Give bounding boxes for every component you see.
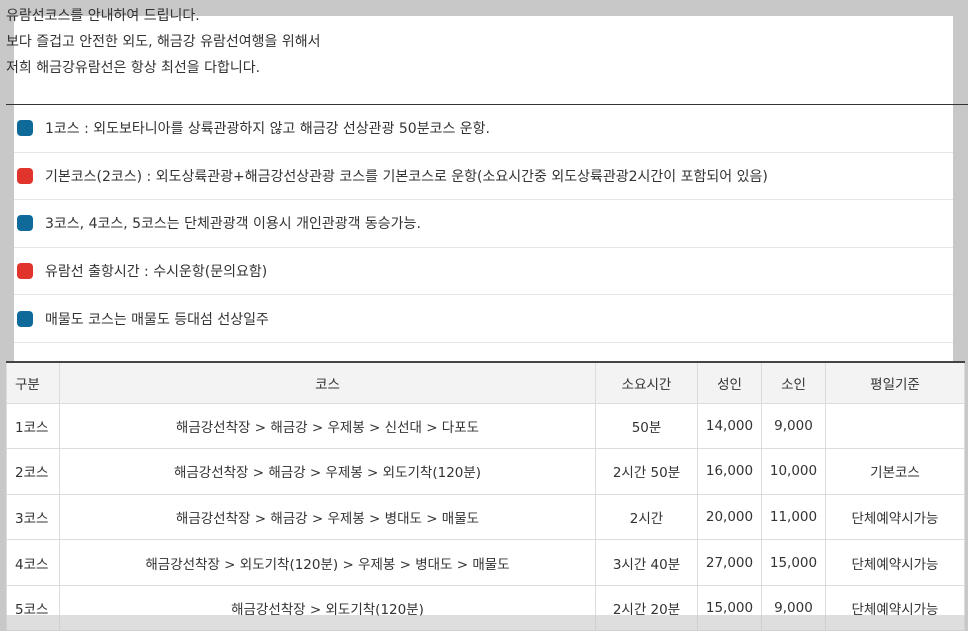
cell-child: 10,000: [761, 448, 826, 495]
cell-weekday: 단체예약시가능: [825, 493, 965, 541]
blue-bullet-icon: [17, 215, 33, 232]
bottom-fade: [0, 615, 968, 631]
note-text: 기본코스(2코스) : 외도상륙관광+해금강선상관광 코스를 기본코스로 운항(…: [45, 168, 768, 185]
header-division: 구분: [6, 361, 60, 404]
note-item: 유람선 출항시간 : 수시운항(문의요함): [14, 248, 953, 296]
header-duration: 소요시간: [595, 361, 698, 404]
cell-weekday: 단체예약시가능: [825, 539, 965, 586]
cell-duration: 50분: [595, 402, 698, 450]
intro-section: 유람선코스를 안내하여 드립니다. 보다 즐겁고 안전한 외도, 해금강 유람선…: [0, 0, 968, 104]
note-text: 매물도 코스는 매물도 등대섬 선상일주: [45, 311, 269, 328]
course-table-wrap: 구분 코스 소요시간 성인 소인 평일기준 1코스 해금강선착장 > 해금강 >…: [6, 361, 968, 631]
intro-line-1: 유람선코스를 안내하여 드립니다.: [6, 8, 200, 24]
note-text: 1코스 : 외도보타니아를 상륙관광하지 않고 해금강 선상관광 50분코스 운…: [45, 121, 491, 138]
spacer: [14, 343, 953, 361]
cell-course: 해금강선착장 > 해금강 > 우제봉 > 신선대 > 다포도: [59, 402, 596, 450]
blue-bullet-icon: [17, 310, 33, 327]
cell-course: 해금강선착장 > 외도기착(120분) > 우제봉 > 병대도 > 매물도: [59, 539, 596, 586]
table-row: 3코스 해금강선착장 > 해금강 > 우제봉 > 병대도 > 매물도 2시간 2…: [6, 493, 965, 541]
cell-duration: 2시간 50분: [595, 448, 698, 495]
table-header-row: 구분 코스 소요시간 성인 소인 평일기준: [6, 361, 965, 404]
notes-list: 1코스 : 외도보타니아를 상륙관광하지 않고 해금강 선상관광 50분코스 운…: [14, 105, 953, 343]
cell-child: 15,000: [761, 539, 826, 586]
cell-division: 1코스: [6, 402, 60, 450]
note-item: 매물도 코스는 매물도 등대섬 선상일주: [14, 295, 953, 343]
blue-bullet-icon: [17, 120, 33, 137]
table-row: 4코스 해금강선착장 > 외도기착(120분) > 우제봉 > 병대도 > 매물…: [6, 539, 965, 586]
cell-division: 2코스: [6, 448, 60, 495]
cell-adult: 16,000: [697, 448, 762, 495]
note-item: 기본코스(2코스) : 외도상륙관광+해금강선상관광 코스를 기본코스로 운항(…: [14, 153, 953, 201]
cell-duration: 2시간: [595, 493, 698, 541]
header-child: 소인: [761, 361, 826, 404]
cell-division: 3코스: [6, 493, 60, 541]
cell-child: 11,000: [761, 493, 826, 541]
cell-adult: 20,000: [697, 493, 762, 541]
note-text: 유람선 출항시간 : 수시운항(문의요함): [45, 264, 268, 281]
cell-child: 9,000: [761, 402, 826, 450]
cell-adult: 14,000: [697, 402, 762, 450]
course-table: 구분 코스 소요시간 성인 소인 평일기준 1코스 해금강선착장 > 해금강 >…: [6, 361, 965, 631]
intro-line-3: 저희 해금강유람선은 항상 최선을 다합니다.: [6, 60, 261, 76]
table-row: 1코스 해금강선착장 > 해금강 > 우제봉 > 신선대 > 다포도 50분 1…: [6, 402, 965, 450]
cell-course: 해금강선착장 > 해금강 > 우제봉 > 외도기착(120분): [59, 448, 596, 495]
note-text: 3코스, 4코스, 5코스는 단체관광객 이용시 개인관광객 동승가능.: [45, 216, 421, 233]
header-weekday: 평일기준: [825, 361, 965, 404]
table-row: 2코스 해금강선착장 > 해금강 > 우제봉 > 외도기착(120분) 2시간 …: [6, 448, 965, 495]
cell-weekday: 기본코스: [825, 448, 965, 495]
cell-weekday: [825, 402, 965, 450]
cell-adult: 27,000: [697, 539, 762, 586]
red-bullet-icon: [17, 167, 33, 184]
red-bullet-icon: [17, 263, 33, 280]
cell-course: 해금강선착장 > 해금강 > 우제봉 > 병대도 > 매물도: [59, 493, 596, 541]
cell-division: 4코스: [6, 539, 60, 586]
cell-duration: 3시간 40분: [595, 539, 698, 586]
page: 유람선코스를 안내하여 드립니다. 보다 즐겁고 안전한 외도, 해금강 유람선…: [0, 0, 968, 631]
note-item: 3코스, 4코스, 5코스는 단체관광객 이용시 개인관광객 동승가능.: [14, 200, 953, 248]
header-adult: 성인: [697, 361, 762, 404]
note-item: 1코스 : 외도보타니아를 상륙관광하지 않고 해금강 선상관광 50분코스 운…: [14, 105, 953, 153]
intro-line-2: 보다 즐겁고 안전한 외도, 해금강 유람선여행을 위해서: [6, 34, 321, 50]
header-course: 코스: [59, 361, 596, 404]
